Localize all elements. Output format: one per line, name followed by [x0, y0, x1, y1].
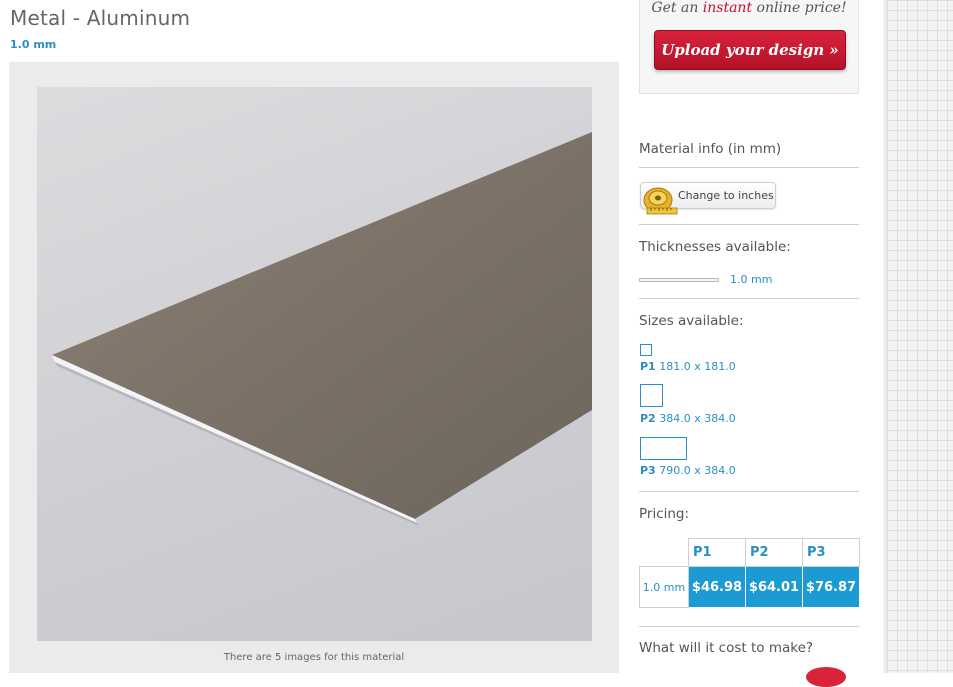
size-code: P2	[640, 412, 656, 425]
page-title: Metal - Aluminum	[10, 6, 191, 30]
cost-widget-partial[interactable]	[806, 667, 846, 687]
pricing-col-p2: P2	[745, 538, 803, 567]
cta-lead: Get an	[651, 0, 703, 16]
upload-design-button[interactable]: Upload your design »	[654, 30, 846, 70]
divider	[639, 167, 859, 168]
pricing-heading: Pricing:	[639, 506, 690, 522]
pricing-col-p3: P3	[802, 538, 860, 567]
pricing-table: P1 P2 P3 1.0 mm $46.98 $64.01 $76.87	[639, 538, 860, 608]
size-option-p3[interactable]: P3 790.0 x 384.0	[640, 464, 736, 477]
price-cell-p2[interactable]: $64.01	[745, 566, 803, 608]
cta-lead-end: online price!	[752, 0, 847, 16]
cost-heading: What will it cost to make?	[639, 640, 814, 656]
material-info-heading: Material info (in mm)	[639, 141, 782, 157]
size-option-p2[interactable]: P2 384.0 x 384.0	[640, 412, 736, 425]
size-code: P1	[640, 360, 656, 373]
divider	[639, 224, 859, 225]
divider	[639, 298, 859, 299]
thickness-subtitle: 1.0 mm	[10, 38, 57, 51]
cta-highlight: instant	[702, 0, 753, 16]
material-photo[interactable]	[37, 87, 592, 641]
measuring-tape-icon	[643, 183, 679, 221]
divider	[639, 491, 859, 492]
sizes-heading: Sizes available:	[639, 313, 744, 329]
pricing-corner-cell	[639, 538, 689, 567]
size-dims: 181.0 x 181.0	[659, 360, 736, 373]
size-p2-swatch[interactable]	[640, 384, 663, 407]
image-gallery: There are 5 images for this material	[9, 62, 619, 673]
size-p3-swatch[interactable]	[640, 437, 687, 460]
pricing-row-thickness: 1.0 mm	[639, 566, 689, 608]
aluminum-sheet-illustration	[52, 132, 592, 526]
size-dims: 384.0 x 384.0	[659, 412, 736, 425]
thickness-swatch[interactable]	[639, 278, 719, 282]
thickness-option[interactable]: 1.0 mm	[730, 273, 772, 286]
size-code: P3	[640, 464, 656, 477]
price-cell-p3[interactable]: $76.87	[802, 566, 860, 608]
thicknesses-heading: Thicknesses available:	[639, 239, 791, 255]
background-grid-pattern	[887, 0, 953, 673]
change-to-inches-button[interactable]: Change to inches	[640, 182, 776, 215]
divider	[639, 626, 859, 627]
pricing-header-row: P1 P2 P3	[639, 538, 860, 567]
pricing-col-p1: P1	[688, 538, 746, 567]
price-cell-p1[interactable]: $46.98	[688, 566, 746, 608]
pricing-row: 1.0 mm $46.98 $64.01 $76.87	[639, 566, 860, 608]
cta-text: Get an instant online price!	[640, 0, 858, 16]
gallery-caption: There are 5 images for this material	[223, 652, 405, 663]
size-p1-swatch[interactable]	[640, 344, 652, 356]
size-dims: 790.0 x 384.0	[659, 464, 736, 477]
instant-price-box: Get an instant online price! Upload your…	[639, 0, 859, 94]
size-option-p1[interactable]: P1 181.0 x 181.0	[640, 360, 736, 373]
units-button-label: Change to inches	[678, 189, 774, 202]
